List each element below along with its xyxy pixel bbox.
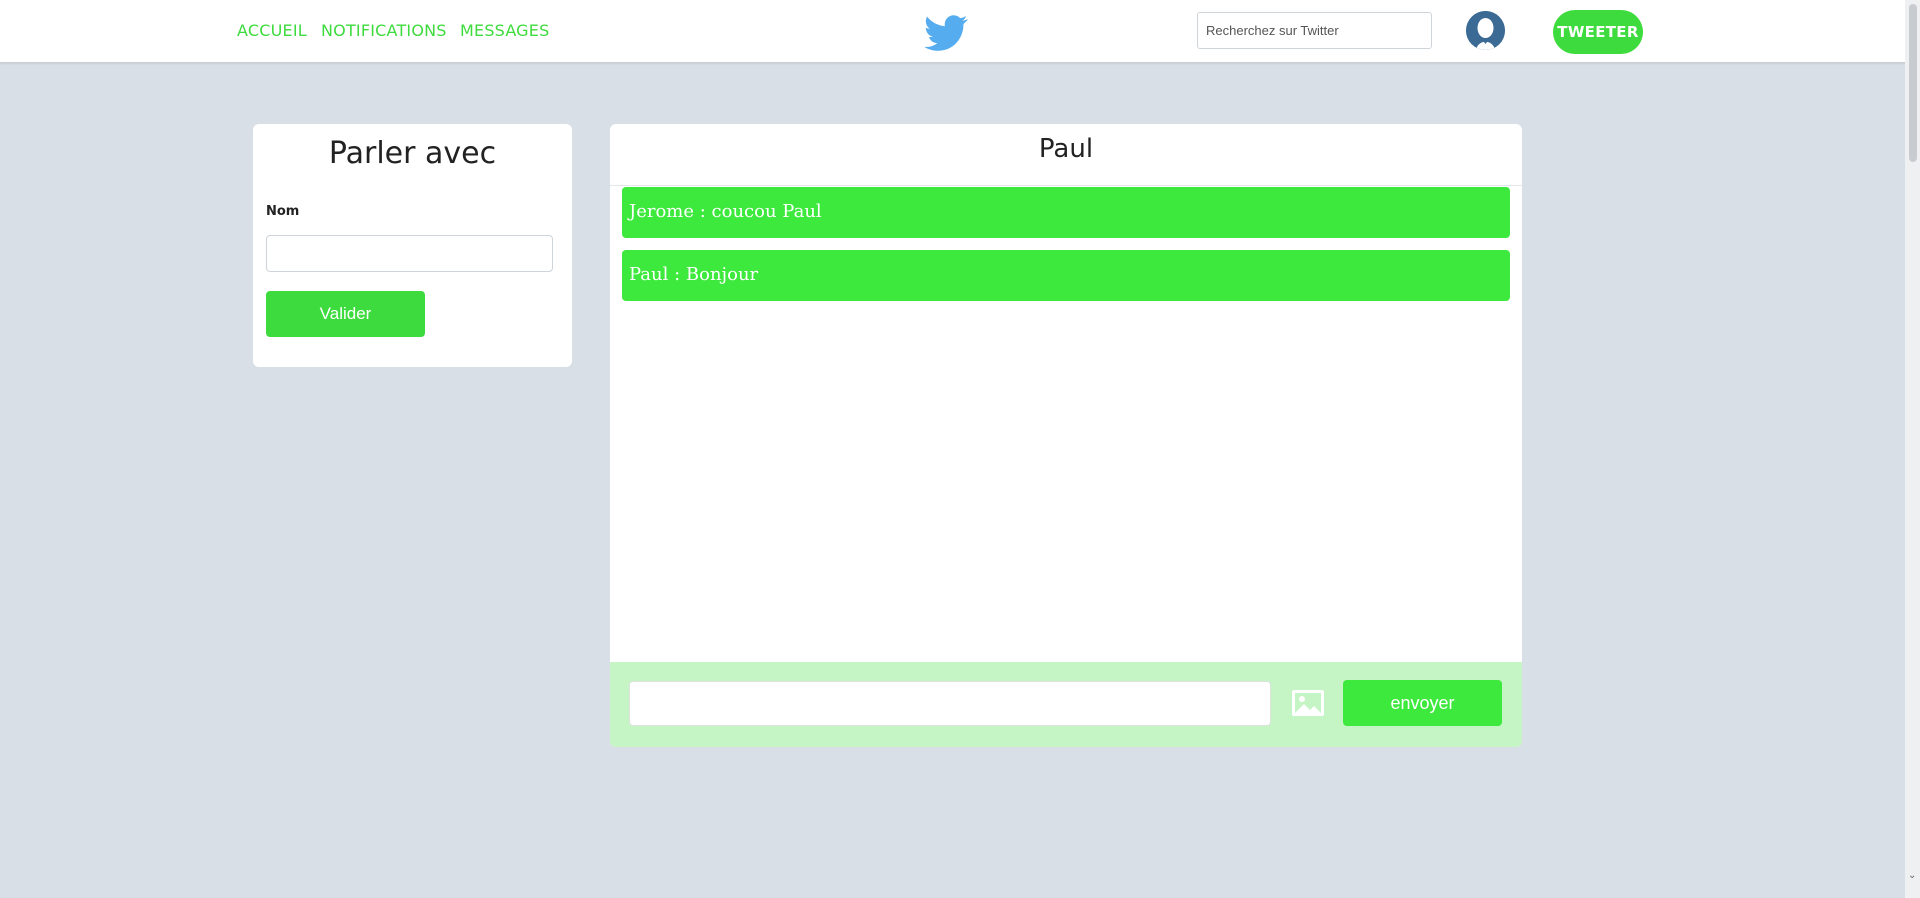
chat-panel: Paul Jerome : coucou Paul Paul : Bonjour…	[610, 124, 1522, 747]
message-composer: envoyer	[610, 662, 1522, 747]
user-avatar-icon[interactable]	[1466, 11, 1505, 50]
nav-link-accueil[interactable]: ACCUEIL	[237, 21, 307, 40]
scrollbar-thumb[interactable]	[1909, 4, 1917, 162]
search-input[interactable]	[1197, 12, 1432, 49]
page-scrollbar[interactable]: ⌄	[1905, 0, 1920, 898]
image-icon[interactable]	[1290, 685, 1326, 721]
panel-title: Parler avec	[328, 136, 497, 171]
avatar-silhouette-icon	[1466, 11, 1505, 50]
validate-button[interactable]: Valider	[266, 291, 425, 337]
chat-title: Paul	[1038, 134, 1094, 164]
nav-link-notifications[interactable]: NOTIFICATIONS	[321, 21, 447, 40]
twitter-bird-icon[interactable]	[922, 11, 970, 55]
name-label: Nom	[266, 204, 300, 219]
top-navigation-bar: ACCUEIL NOTIFICATIONS MESSAGES TWEETER	[0, 0, 1905, 63]
message-input[interactable]	[629, 681, 1271, 726]
nav-link-messages[interactable]: MESSAGES	[460, 21, 549, 40]
send-button[interactable]: envoyer	[1343, 680, 1502, 726]
name-input[interactable]	[266, 235, 553, 272]
chat-header: Paul	[610, 124, 1522, 186]
scroll-down-arrow-icon[interactable]: ⌄	[1908, 870, 1916, 881]
chat-message: Paul : Bonjour	[622, 250, 1510, 301]
tweet-button[interactable]: TWEETER	[1553, 10, 1643, 54]
chat-message: Jerome : coucou Paul	[622, 187, 1510, 238]
talk-with-panel: Parler avec Nom Valider	[253, 124, 572, 367]
